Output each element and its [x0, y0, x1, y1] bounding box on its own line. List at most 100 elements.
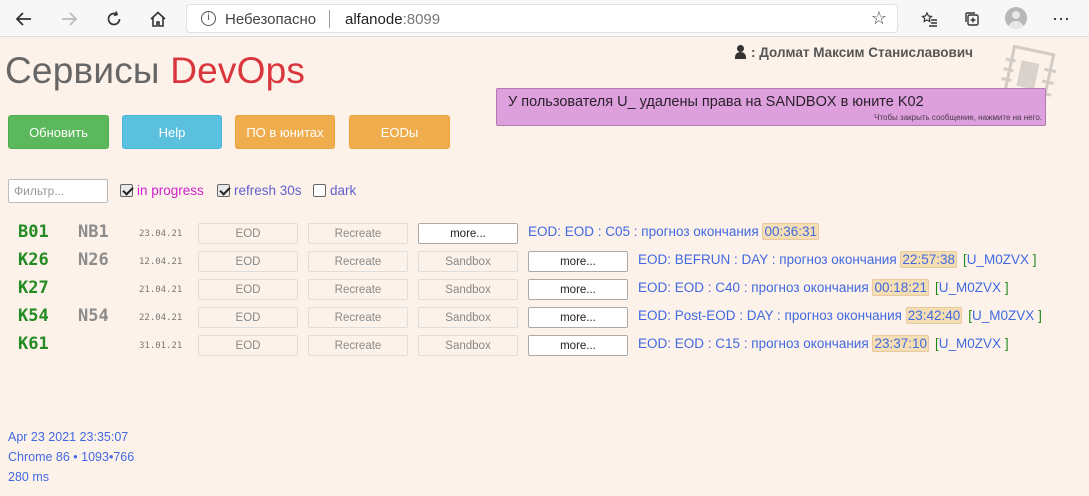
title-part-services: Сервисы [5, 50, 160, 91]
unit-nb: NB1 [78, 222, 109, 242]
url-text[interactable]: alfanode:8099 [345, 11, 440, 28]
title-part-devops: DevOps [170, 50, 306, 91]
favorite-star-icon[interactable]: ☆ [871, 8, 887, 29]
unit-nb: N54 [78, 306, 109, 326]
sandbox-button[interactable]: Sandbox [418, 251, 518, 272]
footer-timestamp: Apr 23 2021 23:35:07 [8, 430, 129, 444]
recreate-button[interactable]: Recreate [308, 335, 408, 356]
user-tag[interactable]: [U_M0ZVX ] [963, 252, 1037, 267]
current-user: : Долмат Максим Станиславович [734, 45, 973, 60]
recreate-button[interactable]: Recreate [308, 307, 408, 328]
sandbox-button[interactable]: Sandbox [418, 279, 518, 300]
more-button[interactable]: more... [528, 251, 628, 272]
more-button[interactable]: more... [418, 223, 518, 244]
status-text: EOD: EOD : C05 : прогноз окончания [528, 224, 759, 239]
forward-arrow-icon[interactable] [57, 7, 81, 31]
more-button[interactable]: more... [528, 307, 628, 328]
refresh-30s-checkbox[interactable]: refresh 30s [217, 183, 302, 198]
reload-icon[interactable] [102, 7, 126, 31]
status-text: EOD: EOD : C15 : прогноз окончания [638, 336, 869, 351]
in-progress-checkbox[interactable]: in progress [120, 183, 204, 198]
user-tag[interactable]: [U_M0ZVX ] [968, 308, 1042, 323]
eod-button[interactable]: EOD [198, 335, 298, 356]
eta-time: 23:37:10 [872, 335, 929, 352]
address-separator [329, 10, 330, 28]
sandbox-button[interactable]: Sandbox [418, 335, 518, 356]
tag-bracket-close: ] [1004, 280, 1009, 295]
recreate-button[interactable]: Recreate [308, 251, 408, 272]
unit-code[interactable]: K61 [18, 334, 49, 354]
dark-checkbox[interactable]: dark [313, 183, 356, 198]
recreate-button[interactable]: Recreate [308, 279, 408, 300]
tag-bracket-close: ] [1004, 336, 1009, 351]
filter-input[interactable] [8, 179, 108, 203]
tag-bracket-close: ] [1038, 308, 1042, 323]
eta-time: 23:42:40 [905, 307, 963, 324]
unit-code[interactable]: K54 [18, 306, 49, 326]
po-units-button[interactable]: ПО в юнитах [235, 115, 335, 149]
more-button[interactable]: more... [528, 335, 628, 356]
address-bar[interactable]: i Небезопасно alfanode:8099 ☆ [186, 4, 898, 33]
unit-row-k26: K26 N26 12.04.21 EOD Recreate Sandbox mo… [0, 247, 1089, 275]
unit-date: 31.01.21 [139, 341, 183, 351]
footer-browser-info: Chrome 86 • 1093•766 [8, 450, 135, 464]
eod-status: EOD: EOD : C15 : прогноз окончания 23:37… [638, 335, 1009, 352]
unit-row-b01: B01 NB1 23.04.21 EOD Recreate more... EO… [0, 219, 1089, 247]
in-progress-label: in progress [137, 183, 204, 198]
eod-button[interactable]: EOD [198, 223, 298, 244]
eod-button[interactable]: EOD [198, 279, 298, 300]
user-tag[interactable]: [U_M0ZVX ] [935, 336, 1009, 351]
url-host: alfanode [345, 11, 403, 28]
browser-toolbar: i Небезопасно alfanode:8099 ☆ ⋯ [0, 0, 1089, 37]
status-text: EOD: EOD : C40 : прогноз окончания [638, 280, 869, 295]
unit-code[interactable]: K26 [18, 250, 49, 270]
dark-label: dark [330, 183, 357, 198]
home-icon[interactable] [146, 7, 170, 31]
tag-user-code: U_M0ZVX [938, 280, 1002, 295]
user-tag[interactable]: [U_M0ZVX ] [935, 280, 1009, 295]
status-text: EOD: Post-EOD : DAY : прогноз окончания [638, 308, 902, 323]
eods-button[interactable]: EODы [349, 115, 450, 149]
tag-user-code: U_M0ZVX [972, 308, 1035, 323]
refresh-button[interactable]: Обновить [8, 115, 109, 149]
url-port: :8099 [402, 11, 441, 28]
sandbox-button[interactable]: Sandbox [418, 307, 518, 328]
unit-code[interactable]: K27 [18, 278, 49, 298]
refresh-30s-label: refresh 30s [234, 183, 302, 198]
tag-user-code: U_M0ZVX [966, 252, 1030, 267]
eta-time: 00:18:21 [872, 279, 929, 296]
dark-check-icon[interactable] [313, 184, 326, 197]
refresh-30s-check-icon[interactable] [217, 184, 230, 197]
unit-code[interactable]: B01 [18, 222, 49, 242]
security-label: Небезопасно [225, 11, 317, 28]
user-name: : Долмат Максим Станиславович [751, 45, 973, 60]
favorites-list-icon[interactable] [918, 8, 940, 30]
unit-date: 22.04.21 [139, 313, 183, 323]
notification-banner[interactable]: У пользователя U_ удалены права на SANDB… [496, 88, 1046, 126]
info-icon[interactable]: i [201, 11, 216, 26]
help-button[interactable]: Help [122, 115, 222, 149]
unit-row-k27: K27 21.04.21 EOD Recreate Sandbox more..… [0, 275, 1089, 303]
unit-nb: N26 [78, 250, 109, 270]
eod-button[interactable]: EOD [198, 307, 298, 328]
notification-message: У пользователя U_ удалены права на SANDB… [508, 94, 924, 110]
collections-icon[interactable] [961, 8, 983, 30]
eod-status: EOD: Post-EOD : DAY : прогноз окончания … [638, 307, 1042, 324]
eod-status: EOD: EOD : C05 : прогноз окончания 00:36… [528, 223, 819, 240]
back-arrow-icon[interactable] [12, 7, 36, 31]
unit-row-k61: K61 31.01.21 EOD Recreate Sandbox more..… [0, 331, 1089, 359]
page-title: Сервисы DevOps [5, 50, 305, 92]
recreate-button[interactable]: Recreate [308, 223, 408, 244]
notification-dismiss-hint: Чтобы закрыть сообщение, нажмите на него… [874, 113, 1042, 122]
more-button[interactable]: more... [528, 279, 628, 300]
status-text: EOD: BEFRUN : DAY : прогноз окончания [638, 252, 897, 267]
profile-avatar-icon[interactable] [1005, 7, 1027, 29]
unit-date: 21.04.21 [139, 285, 183, 295]
eta-time: 00:36:31 [762, 223, 819, 240]
eta-time: 22:57:38 [900, 251, 957, 268]
menu-dots-icon[interactable]: ⋯ [1050, 8, 1072, 30]
tag-bracket-close: ] [1032, 252, 1037, 267]
in-progress-check-icon[interactable] [120, 184, 133, 197]
eod-status: EOD: EOD : C40 : прогноз окончания 00:18… [638, 279, 1009, 296]
eod-button[interactable]: EOD [198, 251, 298, 272]
